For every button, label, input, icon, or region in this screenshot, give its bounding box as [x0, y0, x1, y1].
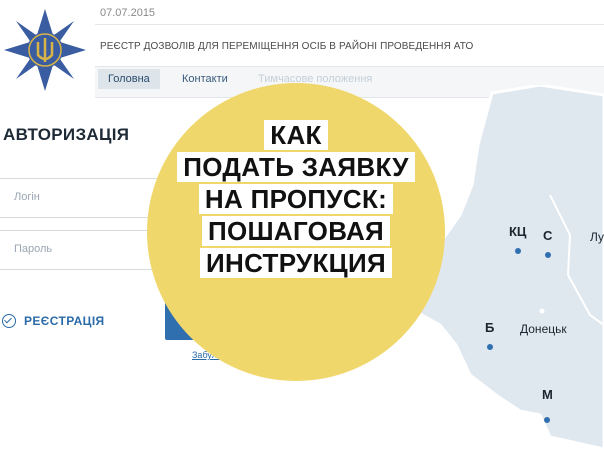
registry-title: РЕЄСТР ДОЗВОЛІВ ДЛЯ ПЕРЕМІЩЕННЯ ОСІБ В Р…	[100, 41, 474, 52]
city-label-s: С	[543, 228, 553, 243]
headline-line: ИНСТРУКЦИЯ	[200, 248, 392, 278]
city-marker	[539, 308, 545, 314]
register-link[interactable]: РЕЄСТРАЦІЯ	[24, 314, 105, 328]
city-marker	[487, 344, 493, 350]
headline-line: КАК	[264, 120, 328, 150]
city-label-b: Б	[485, 320, 495, 335]
city-marker	[544, 417, 550, 423]
city-marker	[515, 248, 521, 254]
password-placeholder: Пароль	[14, 243, 53, 255]
nav-home[interactable]: Головна	[98, 69, 160, 89]
headline-line: ПОШАГОВАЯ	[201, 216, 391, 246]
headline: КАК ПОДАТЬ ЗАЯВКУ НА ПРОПУСК: ПОШАГОВАЯ …	[170, 120, 422, 280]
city-label-lu: Лу	[590, 230, 604, 244]
city-label-m: М	[542, 387, 553, 402]
emblem-logo	[4, 9, 86, 91]
check-circle-icon	[2, 314, 16, 328]
city-label-kc: КЦ	[509, 224, 527, 239]
header-divider	[95, 24, 604, 25]
headline-line: ПОДАТЬ ЗАЯВКУ	[177, 152, 415, 182]
login-placeholder: Логін	[14, 191, 40, 203]
city-marker	[545, 252, 551, 258]
nav-temp[interactable]: Тимчасове положення	[258, 73, 372, 85]
auth-title: АВТОРИЗАЦІЯ	[3, 125, 130, 144]
headline-line: НА ПРОПУСК:	[198, 184, 394, 214]
nav-contacts[interactable]: Контакти	[182, 73, 228, 85]
city-label-donetsk: Донецьк	[520, 322, 567, 336]
date-label: 07.07.2015	[100, 7, 156, 19]
